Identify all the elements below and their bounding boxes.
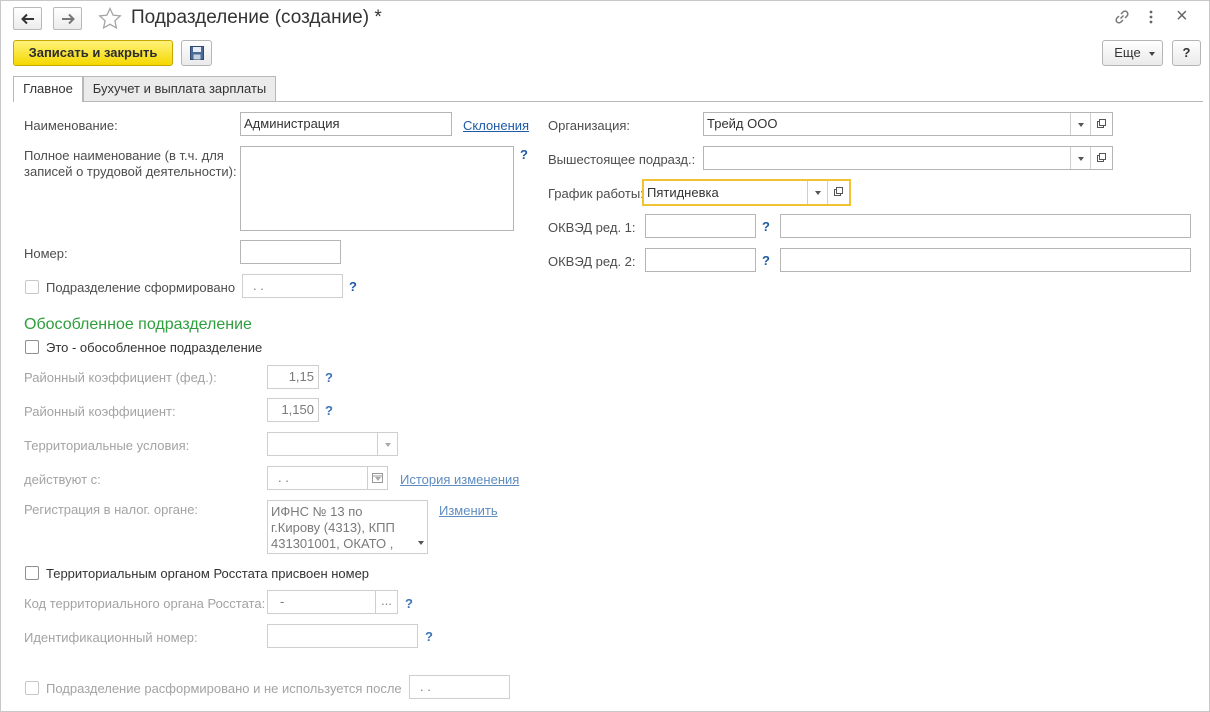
schedule-label: График работы: (548, 186, 644, 201)
select-button[interactable]: ... (375, 591, 397, 613)
valid-from-label: действуют с: (24, 472, 101, 487)
formed-label: Подразделение сформировано (46, 280, 236, 295)
chevron-down-icon (1149, 52, 1155, 56)
formed-checkbox[interactable] (25, 280, 39, 294)
declensions-link[interactable]: Склонения (463, 118, 529, 133)
number-field[interactable] (240, 240, 341, 264)
chevron-down-icon[interactable] (418, 541, 424, 545)
link-icon[interactable] (1113, 8, 1131, 26)
okved1-label: ОКВЭД ред. 1: (548, 220, 636, 235)
rosstat-code-help-icon[interactable]: ? (405, 596, 413, 611)
coef-fed-label: Районный коэффициент (фед.): (24, 370, 217, 385)
fullname-help-icon[interactable]: ? (520, 147, 528, 162)
close-icon[interactable]: × (1176, 6, 1188, 26)
fullname-textarea[interactable] (240, 146, 514, 231)
is-separate-checkbox[interactable] (25, 340, 39, 354)
fullname-label-line1: Полное наименование (в т.ч. для (24, 148, 224, 163)
history-link[interactable]: История изменения (400, 472, 519, 487)
disbanded-checkbox[interactable] (25, 681, 39, 695)
formed-date-field[interactable]: . . (242, 274, 343, 298)
coef-fed-field[interactable]: 1,15 (267, 365, 319, 389)
rosstat-code-value: - (280, 594, 285, 609)
chevron-down-icon[interactable] (807, 181, 827, 204)
organization-value: Трейд ООО (707, 116, 778, 131)
parent-unit-label: Вышестоящее подразд.: (548, 152, 696, 167)
tax-reg-line1: ИФНС № 13 по (271, 504, 363, 519)
tax-reg-line2: г.Кирову (4313), КПП (271, 520, 395, 535)
okved1-help-icon[interactable]: ? (762, 219, 770, 234)
name-field[interactable]: Администрация (240, 112, 452, 136)
open-window-icon[interactable] (1090, 147, 1112, 169)
okved2-label: ОКВЭД ред. 2: (548, 254, 636, 269)
rosstat-assigned-label: Территориальным органом Росстата присвое… (46, 566, 370, 581)
help-button[interactable]: ? (1172, 40, 1201, 66)
schedule-field[interactable]: Пятидневка (642, 179, 851, 206)
valid-from-date-field[interactable]: . . (267, 466, 388, 490)
disbanded-label: Подразделение расформировано и не исполь… (46, 681, 402, 696)
back-button[interactable] (13, 7, 42, 30)
tax-reg-line3: 431301001, ОКАТО , (271, 536, 394, 551)
arrow-left-icon (21, 13, 34, 25)
tax-reg-field[interactable]: ИФНС № 13 по г.Кирову (4313), КПП 431301… (267, 500, 428, 554)
disbanded-date-field[interactable]: . . (409, 675, 510, 699)
okved2-code-field[interactable] (645, 248, 756, 272)
okved2-help-icon[interactable]: ? (762, 253, 770, 268)
save-button[interactable] (181, 40, 212, 66)
ident-label: Идентификационный номер: (24, 630, 198, 645)
organization-label: Организация: (548, 118, 631, 133)
rosstat-code-field[interactable]: - ... (267, 590, 398, 614)
okved1-code-field[interactable] (645, 214, 756, 238)
chevron-down-icon[interactable] (1070, 147, 1090, 169)
chevron-down-icon[interactable] (377, 433, 397, 455)
change-link[interactable]: Изменить (439, 503, 498, 518)
ident-field[interactable] (267, 624, 418, 648)
coef-label: Районный коэффициент: (24, 404, 176, 419)
open-window-icon[interactable] (827, 181, 849, 204)
star-icon[interactable] (98, 7, 122, 30)
vertical-dots-icon[interactable] (1147, 8, 1155, 26)
formed-help-icon[interactable]: ? (349, 279, 357, 294)
tab-accounting-salary[interactable]: Бухучет и выплата зарплаты (83, 76, 276, 101)
tab-main[interactable]: Главное (13, 76, 83, 102)
window-title: Подразделение (создание) * (131, 7, 382, 28)
valid-from-value: . . (278, 470, 289, 485)
more-button-label: Еще (1114, 45, 1141, 60)
forward-button[interactable] (53, 7, 82, 30)
fullname-label-line2: записей о трудовой деятельности): (24, 164, 237, 179)
okved1-name-field[interactable] (780, 214, 1191, 238)
coef-help-icon[interactable]: ? (325, 403, 333, 418)
schedule-value: Пятидневка (647, 185, 719, 200)
calendar-icon[interactable] (367, 467, 387, 489)
save-and-close-button[interactable]: Записать и закрыть (13, 40, 173, 66)
parent-unit-field[interactable] (703, 146, 1113, 170)
tab-divider (13, 101, 1203, 102)
number-label: Номер: (24, 246, 68, 261)
chevron-down-icon[interactable] (1070, 113, 1090, 135)
arrow-right-icon (62, 13, 75, 25)
name-label: Наименование: (24, 118, 118, 133)
coef-field[interactable]: 1,150 (267, 398, 319, 422)
open-window-icon[interactable] (1090, 113, 1112, 135)
rosstat-code-label: Код территориального органа Росстата: (24, 596, 266, 611)
coef-fed-help-icon[interactable]: ? (325, 370, 333, 385)
separate-division-section-title: Обособленное подразделение (24, 316, 252, 333)
tax-reg-label: Регистрация в налог. органе: (24, 502, 199, 517)
ident-help-icon[interactable]: ? (425, 629, 433, 644)
territorial-select[interactable] (267, 432, 398, 456)
territorial-label: Территориальные условия: (24, 438, 190, 453)
rosstat-assigned-checkbox[interactable] (25, 566, 39, 580)
floppy-disk-icon (190, 46, 204, 60)
more-button[interactable]: Еще (1102, 40, 1163, 66)
is-separate-label: Это - обособленное подразделение (46, 340, 263, 355)
okved2-name-field[interactable] (780, 248, 1191, 272)
organization-field[interactable]: Трейд ООО (703, 112, 1113, 136)
